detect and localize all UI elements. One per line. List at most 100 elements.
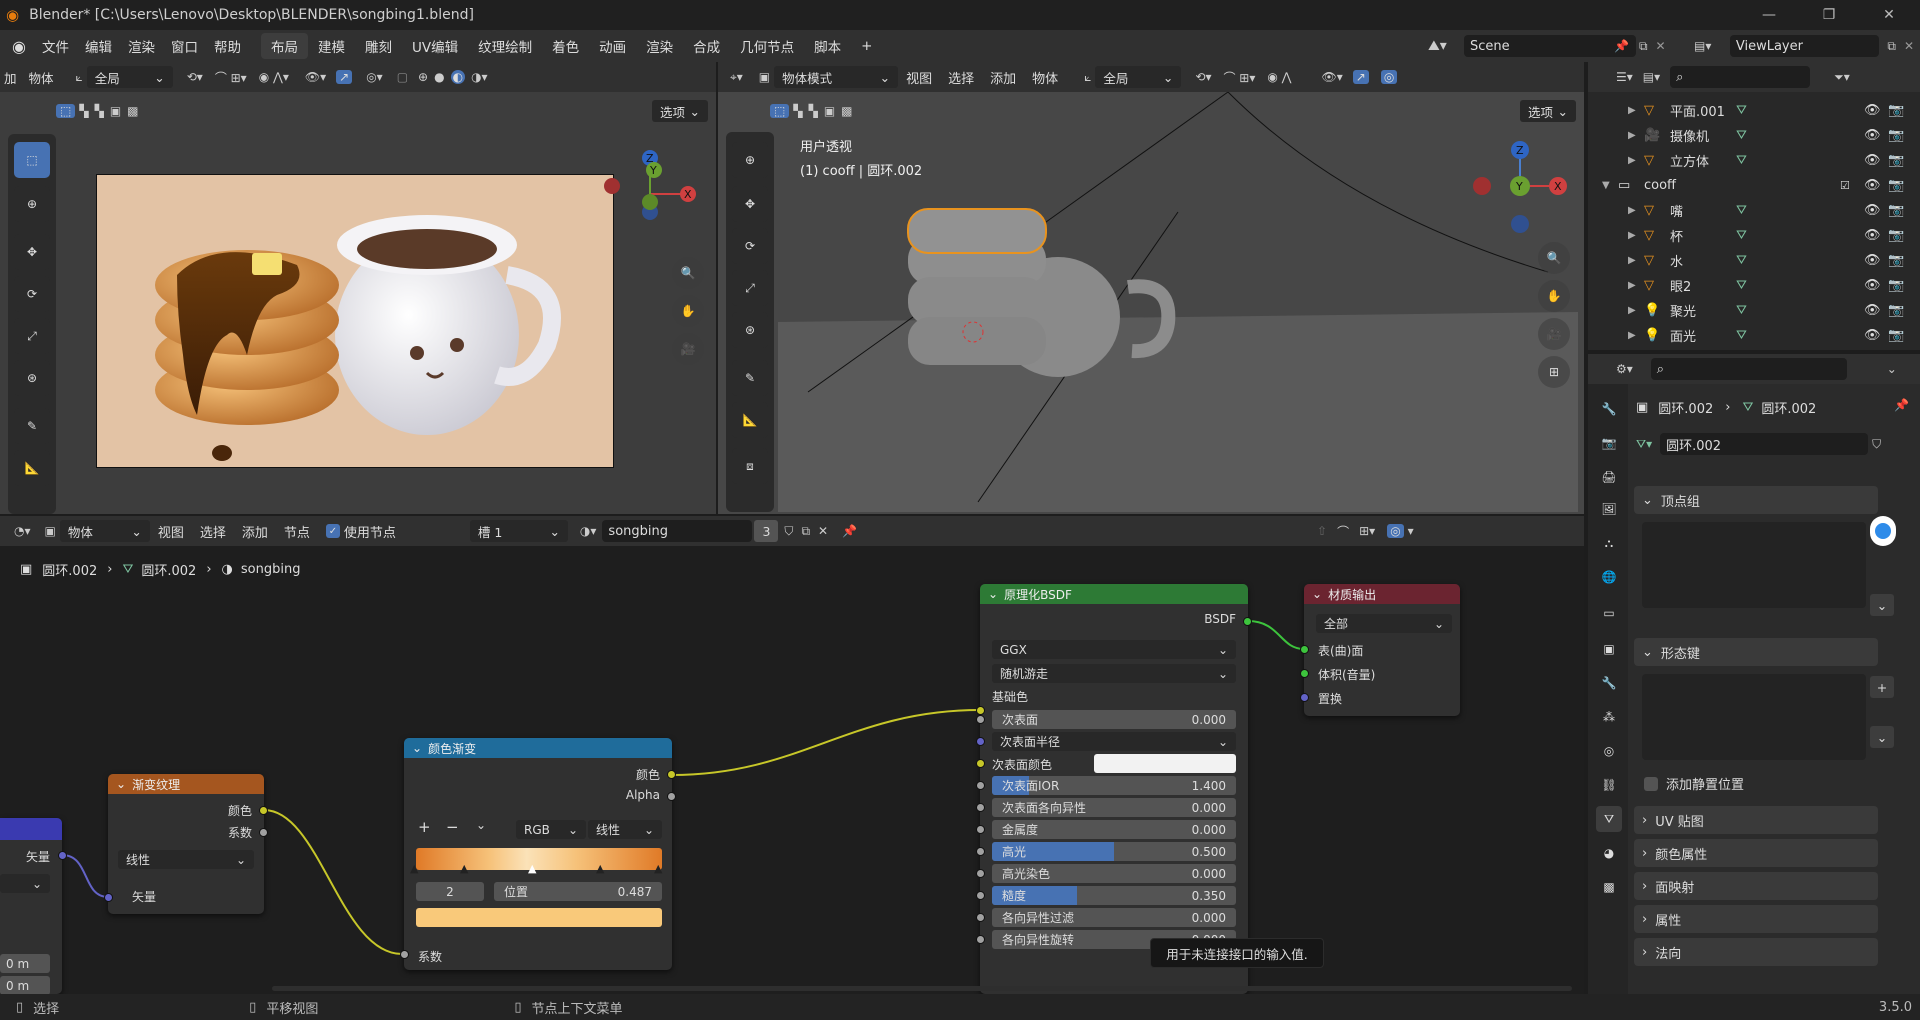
- render-camera-icon[interactable]: 📷: [1888, 278, 1904, 293]
- expand-arrow-icon[interactable]: ▶: [1628, 105, 1636, 116]
- distance-field-2[interactable]: 0 m: [0, 976, 50, 994]
- bsdf-input-socket[interactable]: [976, 737, 985, 746]
- ramp-stop-position-field[interactable]: 位置 0.487: [494, 882, 662, 901]
- bsdf-field-6[interactable]: 糙度 0.350: [992, 886, 1236, 905]
- visibility-eye-icon[interactable]: 👁: [1864, 128, 1881, 143]
- tab-rendering[interactable]: 渲染: [636, 33, 683, 59]
- xray-icon[interactable]: ▢: [397, 70, 408, 84]
- interaction-mode-dropdown[interactable]: 物体模式 ⌄: [774, 66, 899, 88]
- menu-file[interactable]: 文件: [34, 30, 77, 62]
- properties-options-chevron-icon[interactable]: ⌄: [1887, 362, 1897, 376]
- gradient-fac-output-socket[interactable]: [259, 828, 268, 837]
- ramp-interpolation-dropdown[interactable]: 线性 ⌄: [588, 820, 662, 839]
- proportional-edit-icon-right[interactable]: ◉ ⋀: [1267, 70, 1291, 84]
- cursor-tool-icon-right[interactable]: ⊕: [732, 142, 768, 178]
- constraints-tab-icon[interactable]: ⛓: [1596, 772, 1622, 798]
- ramp-stop-marker-active[interactable]: ▲: [528, 862, 536, 875]
- pin-icon[interactable]: 📌: [1614, 39, 1629, 53]
- outliner-search-input[interactable]: ⌕: [1670, 66, 1811, 88]
- menu-window[interactable]: 窗口: [163, 30, 206, 62]
- scale-tool-icon[interactable]: ⤢: [14, 318, 50, 354]
- output-volume-socket[interactable]: [1300, 669, 1309, 678]
- vector-node-partial[interactable]: 矢量 ⌄ 0 m 0 m: [0, 818, 62, 994]
- bsdf-input-socket[interactable]: [976, 935, 985, 944]
- menu-select-right[interactable]: 选择: [940, 62, 982, 93]
- right-viewport[interactable]: ⌖▾ ▣ 物体模式 ⌄ 视图 选择 添加 物体 ⟀ 全局 ⌄ ⟲▾ ⌒ ⊞▾ ◉ ⋀…: [718, 62, 1584, 514]
- visibility-eye-icon[interactable]: 👁: [1864, 103, 1881, 118]
- outliner-item[interactable]: ▶ 💡 面光 ⛛ 👁 📷: [1588, 323, 1908, 347]
- move-tool-icon-right[interactable]: ✥: [732, 186, 768, 222]
- bsdf-input-socket[interactable]: [976, 715, 985, 724]
- render-camera-icon[interactable]: 📷: [1888, 178, 1904, 193]
- shading-wireframe-icon[interactable]: ⊕: [418, 70, 428, 84]
- rotate-tool-icon-right[interactable]: ⟳: [732, 228, 768, 264]
- scale-tool-icon-right[interactable]: ⤢: [732, 270, 768, 306]
- gradient-texture-node[interactable]: ⌄ 渐变纹理 颜色 系数 线性 ⌄ 矢量: [108, 774, 264, 914]
- bsdf-input-socket[interactable]: [976, 781, 985, 790]
- scene-name-field[interactable]: Scene: [1464, 35, 1636, 57]
- vector-output-socket[interactable]: [58, 851, 67, 860]
- expand-arrow-icon[interactable]: ▶: [1628, 330, 1636, 341]
- render-camera-icon[interactable]: 📷: [1888, 153, 1904, 168]
- zoom-icon[interactable]: 🔍: [672, 257, 704, 289]
- visibility-icon[interactable]: 👁▾: [305, 70, 326, 84]
- close-button[interactable]: ✕: [1860, 0, 1918, 30]
- pan-hand-icon-right[interactable]: ✋: [1538, 280, 1570, 312]
- select-extend-icon[interactable]: ▚: [79, 104, 88, 118]
- tab-uv-editing[interactable]: UV编辑: [402, 33, 468, 59]
- shading-solid-icon[interactable]: ●: [434, 70, 444, 84]
- snap-icon[interactable]: ⌒ ⊞▾: [215, 69, 247, 86]
- ramp-alpha-output-socket[interactable]: [667, 792, 676, 801]
- select-intersect-icon[interactable]: ▩: [127, 104, 138, 118]
- blender-menu-icon[interactable]: ◉: [12, 37, 26, 56]
- tab-shading[interactable]: 着色: [542, 33, 589, 59]
- section-shape-keys[interactable]: ⌄ 形态键: [1634, 638, 1878, 666]
- select-new-icon[interactable]: ⬚: [56, 104, 76, 118]
- bsdf-field-7[interactable]: 各向异性过滤 0.000: [992, 908, 1236, 927]
- remove-scene-icon[interactable]: ✕: [1656, 39, 1666, 53]
- menu-add-partial[interactable]: 加: [0, 62, 21, 93]
- proportional-edit-icon[interactable]: ◉ ⋀▾: [259, 70, 289, 84]
- filter-icon[interactable]: ⏷▾: [1834, 70, 1850, 85]
- ramp-stop-marker[interactable]: ▲: [410, 862, 418, 875]
- camera-view-icon-right[interactable]: 🎥: [1538, 318, 1570, 350]
- gradient-vector-input-socket[interactable]: [104, 893, 113, 902]
- bsdf-input-socket[interactable]: [976, 759, 985, 768]
- tab-modeling[interactable]: 建模: [308, 33, 355, 59]
- ramp-color-mode-dropdown[interactable]: RGB ⌄: [516, 820, 586, 839]
- render-camera-icon[interactable]: 📷: [1888, 303, 1904, 318]
- render-camera-icon[interactable]: 📷: [1888, 128, 1904, 143]
- distance-field-1[interactable]: 0 m: [0, 954, 50, 973]
- outliner-item[interactable]: ▶ ▽ 水 ⛛ 👁 📷: [1588, 248, 1908, 272]
- gizmo-toggle-icon-right[interactable]: ↗: [1352, 70, 1369, 84]
- outliner-item[interactable]: ▶ 🎥 摄像机 ⛛ 👁 📷: [1588, 123, 1908, 147]
- mesh-name-field[interactable]: 圆环.002: [1660, 433, 1869, 455]
- bsdf-field-1[interactable]: 次表面IOR 1.400: [992, 776, 1236, 795]
- shape-key-menu-chevron-icon[interactable]: ⌄: [1870, 726, 1894, 748]
- texture-tab-icon[interactable]: ▩: [1596, 874, 1622, 900]
- section-normals[interactable]: › 法向: [1634, 938, 1878, 966]
- properties-editor-type-icon[interactable]: ⚙▾: [1616, 362, 1633, 376]
- material-output-node[interactable]: ⌄ 材质输出 全部 ⌄ 表(曲)面 体积(音量) 置换: [1304, 584, 1460, 716]
- ramp-stop-color-swatch[interactable]: [416, 908, 662, 927]
- shape-key-add-button[interactable]: +: [1870, 676, 1894, 698]
- tool-tab-icon[interactable]: 🔧: [1596, 396, 1622, 422]
- color-ramp-node[interactable]: ⌄ 颜色渐变 颜色 Alpha + − ⌄ RGB ⌄ 线性 ⌄ ▲ ▲ ▲ ▲ ▲ …: [404, 738, 672, 970]
- expand-arrow-icon[interactable]: ▼: [1602, 180, 1610, 191]
- fake-user-icon[interactable]: ⛉: [1872, 437, 1881, 452]
- ramp-stop-marker[interactable]: ▲: [460, 862, 468, 875]
- scene-tab-icon[interactable]: ⛬: [1596, 530, 1622, 556]
- outliner-item[interactable]: ▶ 💡 聚光 ⛛ 👁 📷: [1588, 298, 1908, 322]
- collection-tab-icon[interactable]: ▭: [1596, 600, 1622, 626]
- visibility-eye-icon[interactable]: 👁: [1864, 153, 1881, 168]
- expand-arrow-icon[interactable]: ▶: [1628, 155, 1636, 166]
- visibility-eye-icon[interactable]: 👁: [1864, 203, 1881, 218]
- shading-rendered-icon[interactable]: ◑▾: [471, 70, 488, 84]
- render-camera-icon[interactable]: 📷: [1888, 253, 1904, 268]
- cursor-tool-icon[interactable]: ⊕: [14, 186, 50, 222]
- menu-view-right[interactable]: 视图: [898, 62, 940, 93]
- bsdf-field-0[interactable]: 次表面 0.000: [992, 710, 1236, 729]
- add-workspace-button[interactable]: +: [851, 33, 882, 59]
- bsdf-subsurface-method-dropdown[interactable]: 随机游走 ⌄: [992, 664, 1236, 683]
- bsdf-field-4[interactable]: 高光 0.500: [992, 842, 1236, 861]
